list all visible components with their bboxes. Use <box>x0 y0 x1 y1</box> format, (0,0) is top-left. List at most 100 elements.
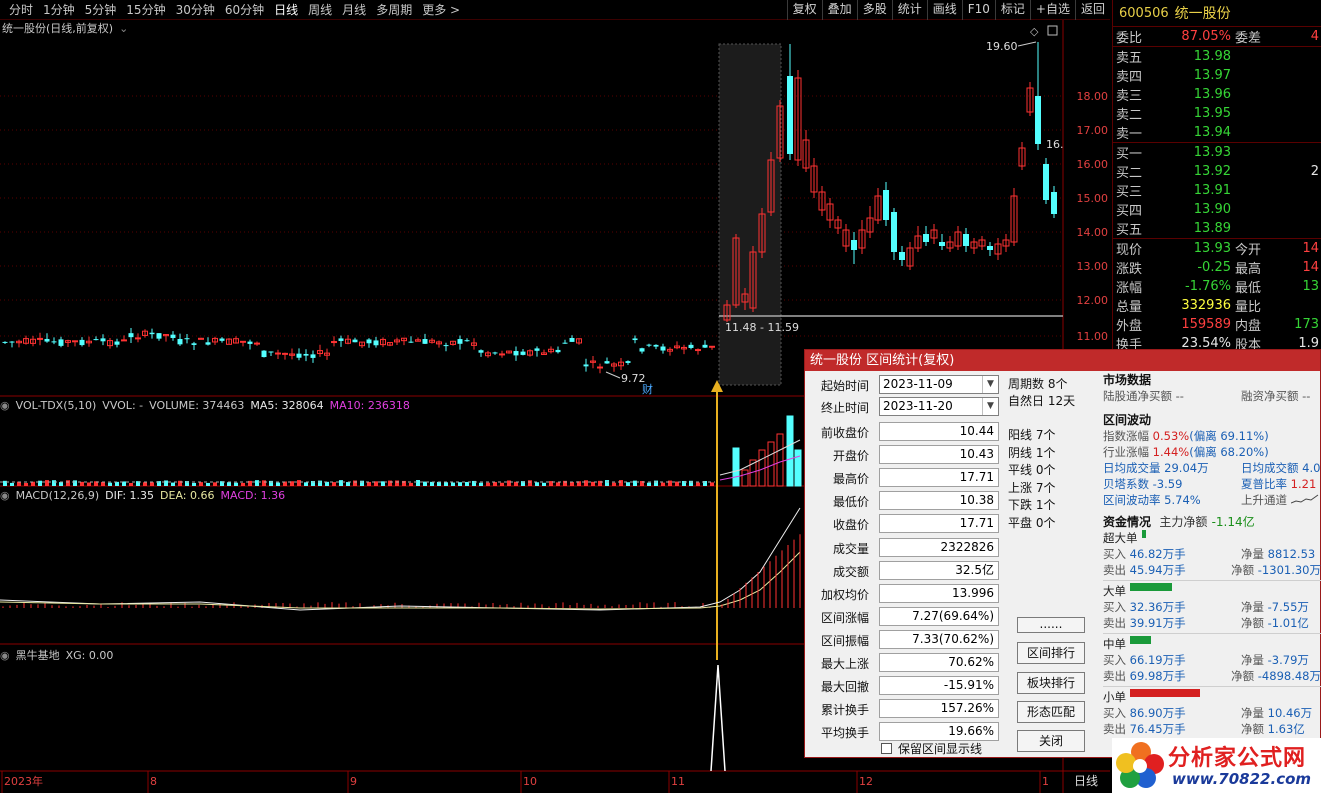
volume-bar <box>353 480 357 486</box>
dialog-title[interactable]: 统一股份 区间统计(复权) <box>805 350 1320 371</box>
volume-bar <box>192 482 196 486</box>
period-tab[interactable]: 1分钟 <box>38 0 80 20</box>
stat-label: 最高价 <box>832 472 869 487</box>
macd-panel-title[interactable]: ◉ MACD(12,26,9) DIF: 1.35 DEA: 0.66 MACD: 1.… <box>0 489 291 502</box>
period-tab[interactable]: 多周期 <box>371 0 417 20</box>
asks-row: 卖五 13.98 <box>1116 49 1231 66</box>
candle-body <box>373 340 379 346</box>
candle-body <box>254 342 260 345</box>
candle-body <box>51 341 57 343</box>
dialog-button[interactable]: 板块排行 <box>1017 672 1085 694</box>
asks-row: 卖一 13.94 <box>1116 125 1231 142</box>
toolbar-button[interactable]: 返回 <box>1074 0 1110 20</box>
volume-bar <box>444 482 448 486</box>
stat-label: 成交额 <box>832 564 869 579</box>
fund-group-header: 超大单 <box>1103 530 1321 546</box>
end-time-select[interactable]: 2023-11-20 ▼ <box>879 397 999 416</box>
toolbar-button[interactable]: +自选 <box>1029 0 1075 20</box>
volume-bar <box>486 482 490 486</box>
price-tick-label: 13.00 <box>1077 260 1109 273</box>
volume-bar <box>437 481 441 486</box>
main-chart-title[interactable]: 统一股份(日线,前复权) ⌄ <box>2 20 134 36</box>
stat-value: 10.43 <box>879 445 999 465</box>
site-watermark: 分析家公式网 www.70822.com <box>1112 738 1321 793</box>
volume-bar <box>409 482 413 486</box>
checkbox-box[interactable] <box>881 743 892 754</box>
volume-bar <box>346 482 350 486</box>
period-tab[interactable]: 日线 <box>269 0 303 20</box>
volume-bar <box>339 480 343 486</box>
toolbar-button[interactable]: 叠加 <box>821 0 857 20</box>
xg-panel-title[interactable]: ◉ 黑牛基地 XG: 0.00 <box>0 647 119 663</box>
fund-sell-row: 卖出 76.45万手 净额 1.63亿 <box>1103 722 1305 736</box>
low-price-pointer <box>605 371 621 379</box>
period-tab[interactable]: 周线 <box>303 0 337 20</box>
period-tab[interactable]: 5分钟 <box>80 0 122 20</box>
start-time-select[interactable]: 2023-11-09 ▼ <box>879 375 999 394</box>
dialog-button[interactable]: 关闭 <box>1017 730 1085 752</box>
candle-body <box>583 364 589 367</box>
candle-body <box>191 343 197 345</box>
price-tick-label: 11.00 <box>1077 330 1109 343</box>
toolbar-button[interactable]: F10 <box>961 0 995 20</box>
period-tab[interactable]: 更多 > <box>417 0 465 20</box>
stat-value: 157.26% <box>879 699 999 719</box>
stat-label: 收盘价 <box>832 518 869 533</box>
volume-bar <box>304 482 308 486</box>
stat-value: 17.71 <box>879 468 999 488</box>
keep-line-checkbox[interactable]: 保留区间显示线 <box>881 740 982 757</box>
toolbar-button[interactable]: 多股 <box>856 0 892 20</box>
quote-header: 600506 统一股份 <box>1113 0 1321 27</box>
flower-logo-icon <box>1116 742 1164 788</box>
interval-range-label: 11.48 - 11.59 <box>725 321 799 334</box>
candle-body <box>72 340 78 343</box>
chevron-down-icon[interactable]: ▼ <box>982 376 998 393</box>
chevron-down-icon[interactable]: ▼ <box>982 398 998 415</box>
stat-label: 最大回撤 <box>820 680 869 695</box>
candle-body <box>100 338 106 342</box>
volume-bar <box>367 481 371 486</box>
candle-body <box>646 344 652 346</box>
toolbar-button[interactable]: 复权 <box>786 0 822 20</box>
volume-bar <box>73 480 77 486</box>
dialog-button[interactable]: 形态匹配 <box>1017 701 1085 723</box>
price-tick-label: 15.00 <box>1077 192 1109 205</box>
fund-bar <box>1141 530 1146 538</box>
period-tab[interactable]: 15分钟 <box>121 0 170 20</box>
candle-body <box>93 339 99 341</box>
vol-panel-title[interactable]: ◉ VOL-TDX(5,10) VVOL: - VOLUME: 374463 MA5: … <box>0 399 416 412</box>
interval-stats-dialog[interactable]: 统一股份 区间统计(复权) 起始时间 2023-11-09 ▼ 终止时间 2023… <box>804 349 1321 758</box>
volume-bar <box>297 480 301 486</box>
toolbar-button[interactable]: 画线 <box>926 0 962 20</box>
dialog-button[interactable]: 区间排行 <box>1017 642 1085 664</box>
candle-body <box>275 352 281 355</box>
dialog-button[interactable]: ...... <box>1017 617 1085 633</box>
bids-row: 买三 13.91 <box>1116 183 1231 200</box>
fund-buy-row: 买入 66.19万手 净量 -3.79万 <box>1103 653 1309 667</box>
macd-dif-line <box>0 507 801 611</box>
period-tab[interactable]: 分时 <box>4 0 38 20</box>
volume-bar <box>241 482 245 486</box>
asks-row: 卖四 13.97 <box>1116 68 1231 85</box>
stat-value: 17.71 <box>879 514 999 534</box>
time-axis-label: 10 <box>523 775 537 788</box>
volume-bar <box>654 480 658 486</box>
candle-body <box>478 350 484 353</box>
period-tab[interactable]: 30分钟 <box>171 0 220 20</box>
fund-group-header: 中单 <box>1103 636 1321 652</box>
period-tab[interactable]: 60分钟 <box>220 0 269 20</box>
candle-body <box>261 350 267 358</box>
stat-label: 区间涨幅 <box>820 610 869 625</box>
period-tab[interactable]: 月线 <box>337 0 371 20</box>
candle-body <box>303 353 309 356</box>
volume-bar <box>619 480 623 486</box>
volume-bar <box>458 482 462 486</box>
finance-marker: 财 <box>642 382 653 396</box>
toolbar-button[interactable]: 标记 <box>994 0 1030 20</box>
toolbar-button[interactable]: 统计 <box>891 0 927 20</box>
candle-body <box>205 342 211 345</box>
diamond-icon: ◇ <box>1030 25 1039 38</box>
volume-bar <box>66 480 70 486</box>
volume-bar <box>647 482 651 486</box>
volume-bar <box>150 482 154 486</box>
